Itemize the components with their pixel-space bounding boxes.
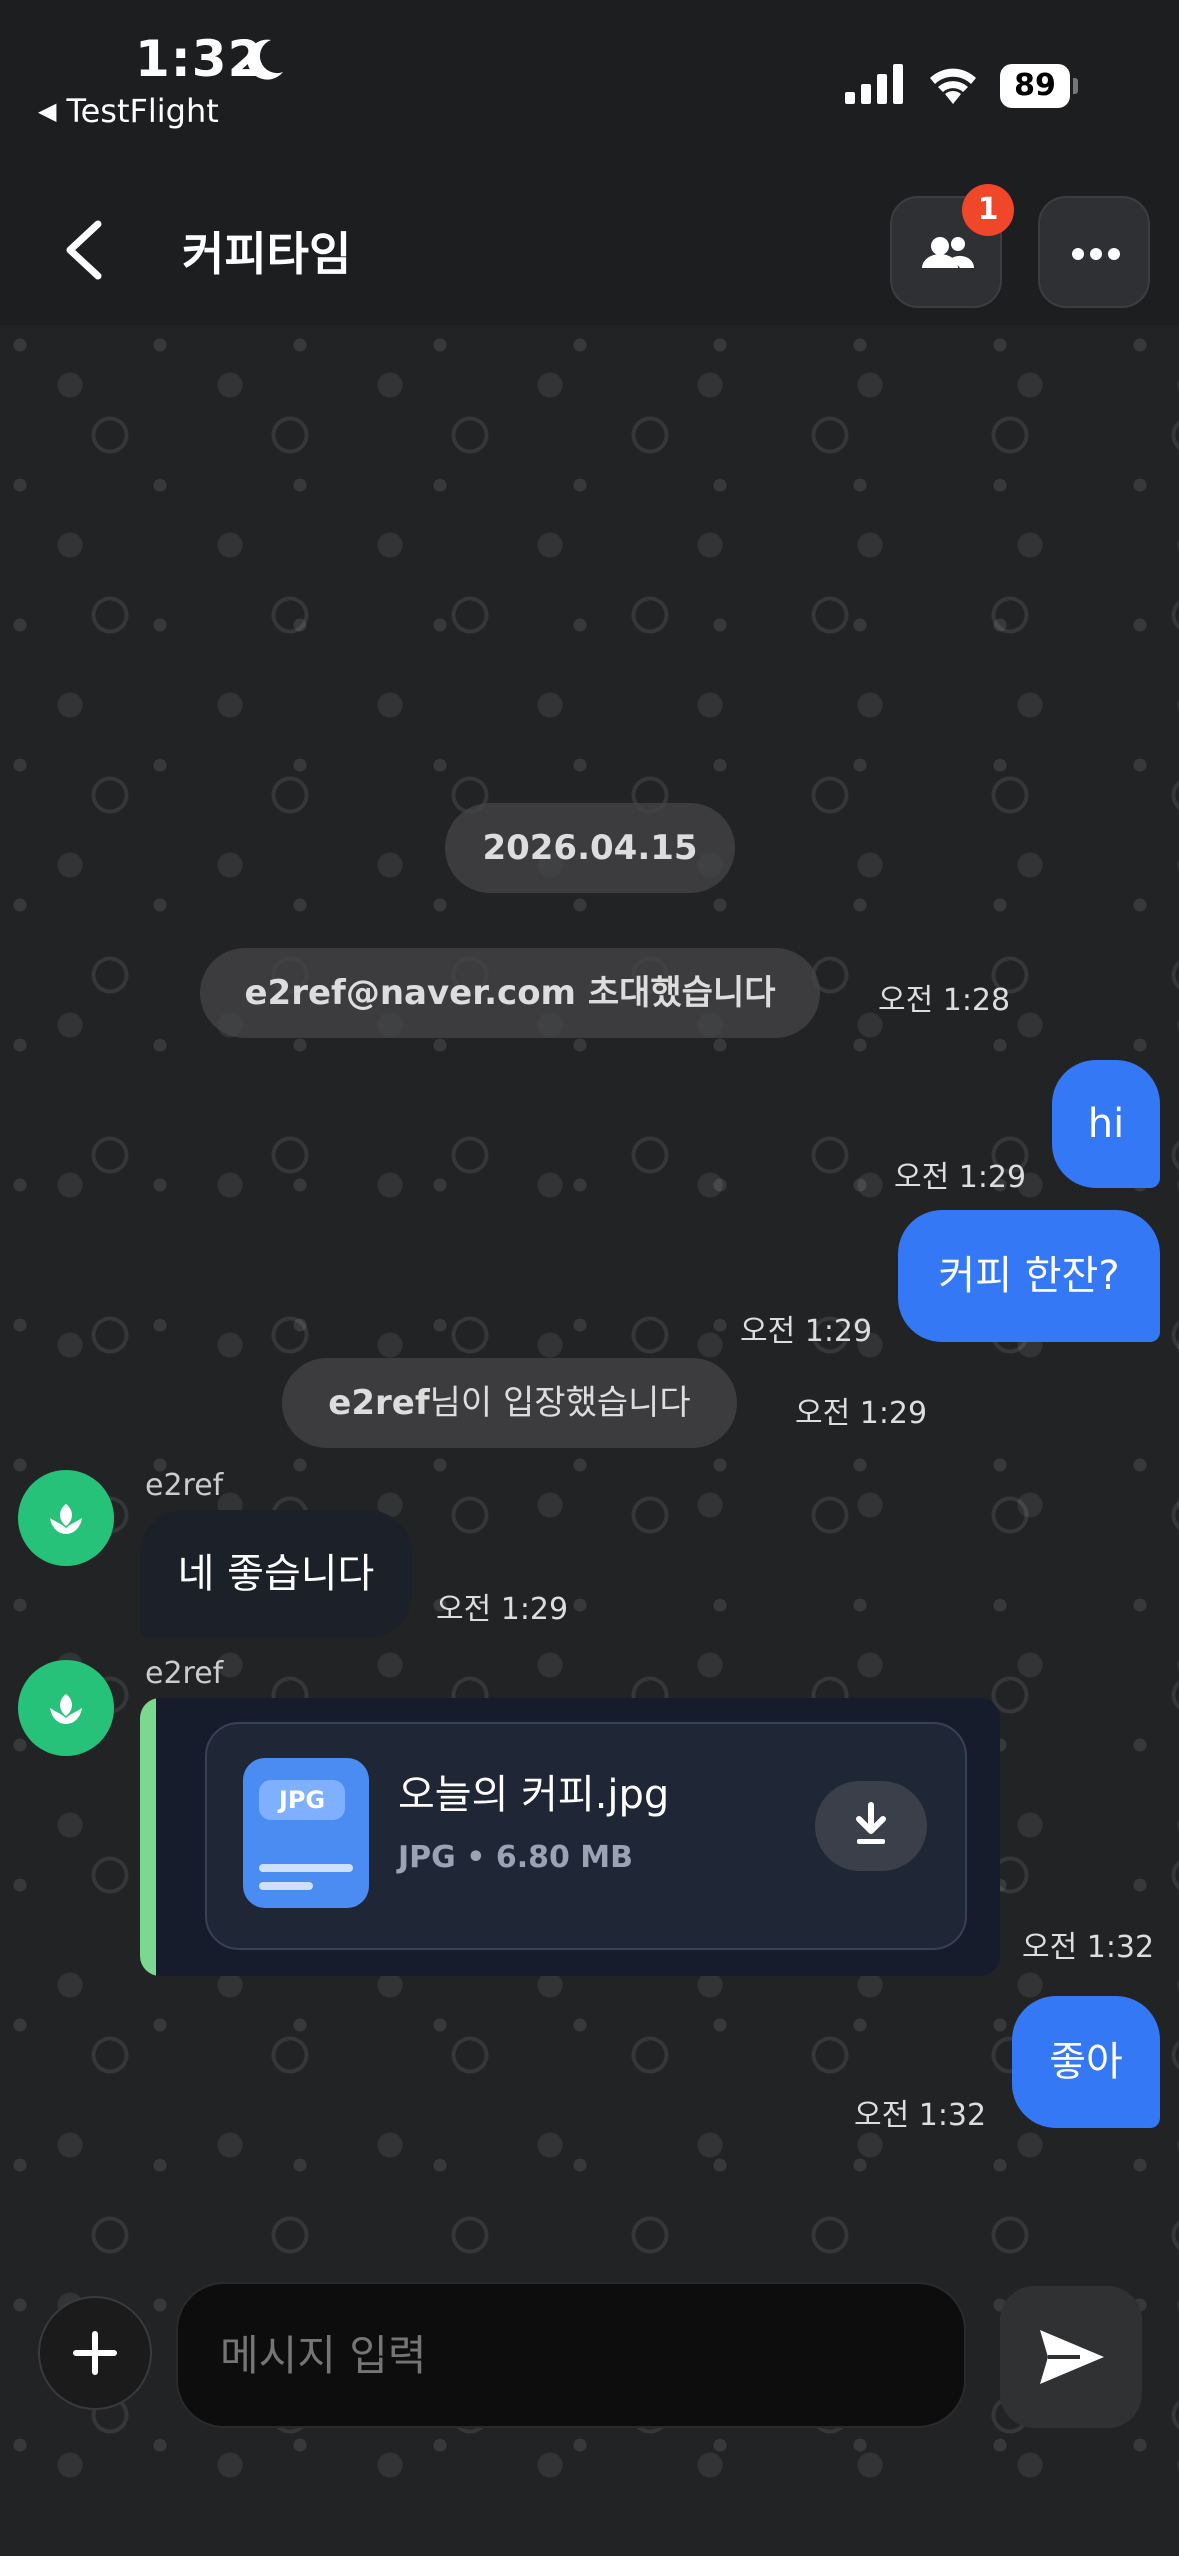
back-triangle-icon: ◀	[38, 97, 57, 125]
message-time: 오전 1:32	[854, 2098, 987, 2133]
file-info: JPG • 6.80 MB	[398, 1840, 634, 1875]
download-button[interactable]	[815, 1781, 927, 1871]
back-chevron-icon[interactable]	[50, 210, 120, 290]
back-app-label: TestFlight	[66, 92, 219, 130]
join-username: e2ref	[328, 1383, 430, 1423]
file-type-badge: JPG	[259, 1780, 345, 1820]
outgoing-message[interactable]: 좋아	[1012, 1996, 1160, 2128]
outgoing-message[interactable]: 커피 한잔?	[898, 1210, 1160, 1342]
system-message-invite: e2ref@naver.com 초대했습니다	[200, 948, 820, 1038]
date-separator: 2026.04.15	[445, 803, 735, 893]
file-accent-bar	[140, 1698, 156, 1976]
plus-icon	[73, 2331, 117, 2375]
members-badge: 1	[962, 184, 1014, 236]
avatar[interactable]	[18, 1470, 114, 1566]
file-icon-line	[259, 1882, 313, 1890]
file-icon-line	[259, 1864, 353, 1872]
download-icon	[856, 1802, 886, 1844]
attach-button[interactable]	[38, 2296, 152, 2410]
avatar[interactable]	[18, 1660, 114, 1756]
jpg-file-icon: JPG	[243, 1758, 369, 1908]
message-time: 오전 1:29	[894, 1160, 1027, 1195]
battery-tip	[1073, 78, 1078, 94]
moon-icon	[247, 39, 283, 80]
message-time: 오전 1:29	[795, 1396, 928, 1431]
sprout-icon	[50, 1504, 82, 1534]
incoming-message[interactable]: 네 좋습니다	[140, 1510, 412, 1638]
message-time: 오전 1:29	[436, 1592, 569, 1627]
more-button[interactable]	[1038, 196, 1150, 308]
wifi-icon	[930, 68, 976, 104]
message-time: 오전 1:29	[740, 1314, 873, 1349]
send-icon	[1040, 2330, 1104, 2384]
join-text: 님이 입장했습니다	[429, 1383, 691, 1423]
outgoing-message[interactable]: hi	[1052, 1060, 1160, 1188]
sender-name: e2ref	[145, 1656, 224, 1691]
file-name: 오늘의 커피.jpg	[398, 1772, 670, 1818]
message-time: 오전 1:32	[1022, 1930, 1155, 1965]
message-input[interactable]	[176, 2282, 966, 2428]
chat-title: 커피타임	[182, 227, 352, 281]
signal-icon	[845, 64, 903, 104]
more-dots-icon	[1072, 248, 1120, 260]
sender-name: e2ref	[145, 1468, 224, 1503]
sprout-icon	[50, 1694, 82, 1724]
system-message-join: e2ref님이 입장했습니다	[282, 1358, 737, 1448]
message-time: 오전 1:28	[878, 983, 1011, 1018]
back-to-app[interactable]: ◀ TestFlight	[38, 92, 219, 130]
battery-level: 89	[1000, 64, 1070, 108]
send-button[interactable]	[1000, 2286, 1142, 2428]
